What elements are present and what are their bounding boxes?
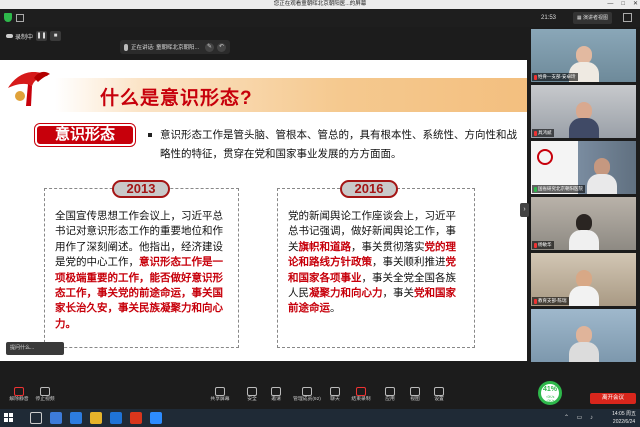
task-view-icon[interactable] xyxy=(50,412,62,424)
apps-icon xyxy=(385,387,395,396)
participant-name: 国省研究北京朝阳医院 xyxy=(532,185,585,193)
recording-label: 录制中 xyxy=(15,34,34,41)
box-text-highlight: 凝聚力和向心力 xyxy=(309,287,383,300)
folder-icon[interactable] xyxy=(90,412,102,424)
recording-controls: 录制中 ❚❚ ■ xyxy=(6,30,62,42)
search-icon[interactable] xyxy=(30,412,42,424)
participant-video xyxy=(587,158,617,194)
participant-tile[interactable]: 姓骨—支部-安卓玲 xyxy=(531,29,636,82)
meeting-topbar: 21:53 ▦ 演讲者视图 xyxy=(0,9,640,27)
network-status-widget[interactable]: 41% ↑0K/s ↓0K/s xyxy=(538,381,562,405)
close-button[interactable]: ✕ xyxy=(633,0,638,9)
box-text-highlight: 旗帜和道路 xyxy=(298,240,352,253)
meeting-app: 您正在观看童朝晖北京朝阳医...的屏幕 — □ ✕ 21:53 ▦ 演讲者视图 … xyxy=(0,0,640,427)
participant-name: 教育支部-陈瑞 xyxy=(532,297,569,305)
members-icon xyxy=(302,387,312,396)
participant-video xyxy=(569,102,599,138)
network-percent: 41% xyxy=(542,386,557,393)
participant-video xyxy=(569,326,599,362)
share-screen-button[interactable]: 共享屏幕 xyxy=(203,387,237,407)
collapse-panel-icon[interactable]: › xyxy=(520,203,529,217)
participant-name: 具鸿斌 xyxy=(532,129,554,137)
back-arrow-icon[interactable]: ↶ xyxy=(217,42,226,52)
box-text-plain: ，事关贯彻落实 xyxy=(351,240,425,253)
box-text-plain: 。 xyxy=(330,302,341,315)
leave-meeting-button[interactable]: 离开会议 xyxy=(590,393,636,404)
stop-recording-button[interactable]: ■ xyxy=(50,31,62,41)
participant-video xyxy=(569,214,599,250)
recording-status: 录制中 xyxy=(6,32,33,41)
definition-text: 意识形态工作是管头脑、管根本、管总的，具有根本性、系统性、方向性和战略性的特征，… xyxy=(160,129,517,160)
window-controls: — □ ✕ xyxy=(607,0,638,9)
mic-muted-icon xyxy=(14,387,24,396)
window-titlebar: 您正在观看童朝晖北京朝阳医...的屏幕 — □ ✕ xyxy=(0,0,640,9)
participant-tile[interactable] xyxy=(531,309,636,362)
invite-button[interactable]: 邀请 xyxy=(259,387,293,407)
bullet-marker xyxy=(148,133,152,137)
slide-title: 什么是意识形态? xyxy=(100,88,253,109)
participant-tile-speaking[interactable]: 国省研究北京朝阳医院 xyxy=(531,141,636,194)
year-box-text: 党的新闻舆论工作座谈会上，习近平总书记强调，做好新闻舆论工作，事关旗帜和道路，事… xyxy=(288,209,466,317)
view-icon xyxy=(410,387,420,396)
year-box-2013: 2013 全国宣传思想工作会议上，习近平总书记对意识形态工作的重要地位和作用作了… xyxy=(44,180,239,348)
participant-name: 杨敏华 xyxy=(532,241,554,249)
clock-date: 2022/6/24 xyxy=(612,419,636,425)
cloud-icon xyxy=(6,34,13,38)
ask-assistant-button[interactable]: 提问什么... xyxy=(6,342,64,355)
year-box-text: 全国宣传思想工作会议上，习近平总书记对意识形态工作的重要地位和作用作了深刻阐述。… xyxy=(55,209,230,332)
security-shield-icon[interactable] xyxy=(4,13,12,22)
invite-icon xyxy=(271,387,281,396)
video-icon xyxy=(40,387,50,396)
mic-icon xyxy=(124,43,128,51)
meeting-timer: 21:53 xyxy=(540,15,556,21)
word-icon[interactable] xyxy=(110,412,122,424)
clock-time: 14:05 周五 xyxy=(612,411,636,417)
shield-icon xyxy=(247,387,257,396)
hospital-logo-icon xyxy=(537,149,553,165)
section-label: 意识形态 xyxy=(35,124,135,146)
participant-tile[interactable]: 杨敏华 xyxy=(531,197,636,250)
section-label-text: 意识形态 xyxy=(54,126,115,143)
speaking-indicator: 正在讲话: 童朝晖北京朝阳... ✎ ↶ xyxy=(120,40,230,54)
shared-slide: 什么是意识形态? 意识形态 意识形态工作是管头脑、管根本、管总的，具有根本性、系… xyxy=(0,60,527,361)
chat-icon xyxy=(330,387,340,396)
taskbar-clock[interactable]: 14:05 周五 2022/6/24 xyxy=(612,410,636,426)
browser-icon[interactable] xyxy=(70,412,82,424)
share-screen-icon xyxy=(215,387,225,396)
settings-button[interactable]: 设置 xyxy=(422,387,456,407)
year-box-2016: 2016 党的新闻舆论工作座谈会上，习近平总书记强调，做好新闻舆论工作，事关旗帜… xyxy=(277,180,475,348)
system-tray-icons[interactable]: ⌃ ▭ ♪ xyxy=(564,414,596,421)
wps-icon[interactable] xyxy=(130,412,142,424)
box-text-plain: ，事关 xyxy=(382,287,415,300)
year-badge: 2016 xyxy=(340,180,398,198)
window-title: 您正在观看童朝晖北京朝阳医...的屏幕 xyxy=(273,1,367,7)
speaking-text: 正在讲话: 童朝晖北京朝阳... xyxy=(131,45,200,51)
minimize-button[interactable]: — xyxy=(607,0,613,9)
participant-tile[interactable]: 教育支部-陈瑞 xyxy=(531,253,636,306)
meeting-app-icon[interactable] xyxy=(150,412,162,424)
participant-tile[interactable]: 具鸿斌 xyxy=(531,85,636,138)
participant-video xyxy=(569,270,599,306)
speaker-view-button[interactable]: ▦ 演讲者视图 xyxy=(572,12,612,24)
record-icon xyxy=(356,387,366,396)
settings-icon xyxy=(434,387,444,396)
speaker-view-label: 演讲者视图 xyxy=(582,15,608,21)
flag-emblem-icon xyxy=(8,71,50,106)
annotate-icon[interactable]: ✎ xyxy=(205,42,214,52)
fullscreen-icon[interactable] xyxy=(623,13,632,22)
participant-name: 姓骨—支部-安卓玲 xyxy=(532,73,578,81)
stop-video-button[interactable]: 停止视频 xyxy=(28,387,62,407)
windows-taskbar: ⌃ ▭ ♪ 14:05 周五 2022/6/24 xyxy=(0,409,640,427)
box-text-plain: ，事关顺利推进 xyxy=(372,256,446,269)
pause-recording-button[interactable]: ❚❚ xyxy=(36,31,48,41)
network-speed: ↑0K/s ↓0K/s xyxy=(545,395,555,403)
meeting-info-icon[interactable] xyxy=(16,14,24,22)
maximize-button[interactable]: □ xyxy=(621,0,625,9)
year-badge: 2013 xyxy=(112,180,170,198)
windows-start-icon[interactable] xyxy=(4,413,14,423)
